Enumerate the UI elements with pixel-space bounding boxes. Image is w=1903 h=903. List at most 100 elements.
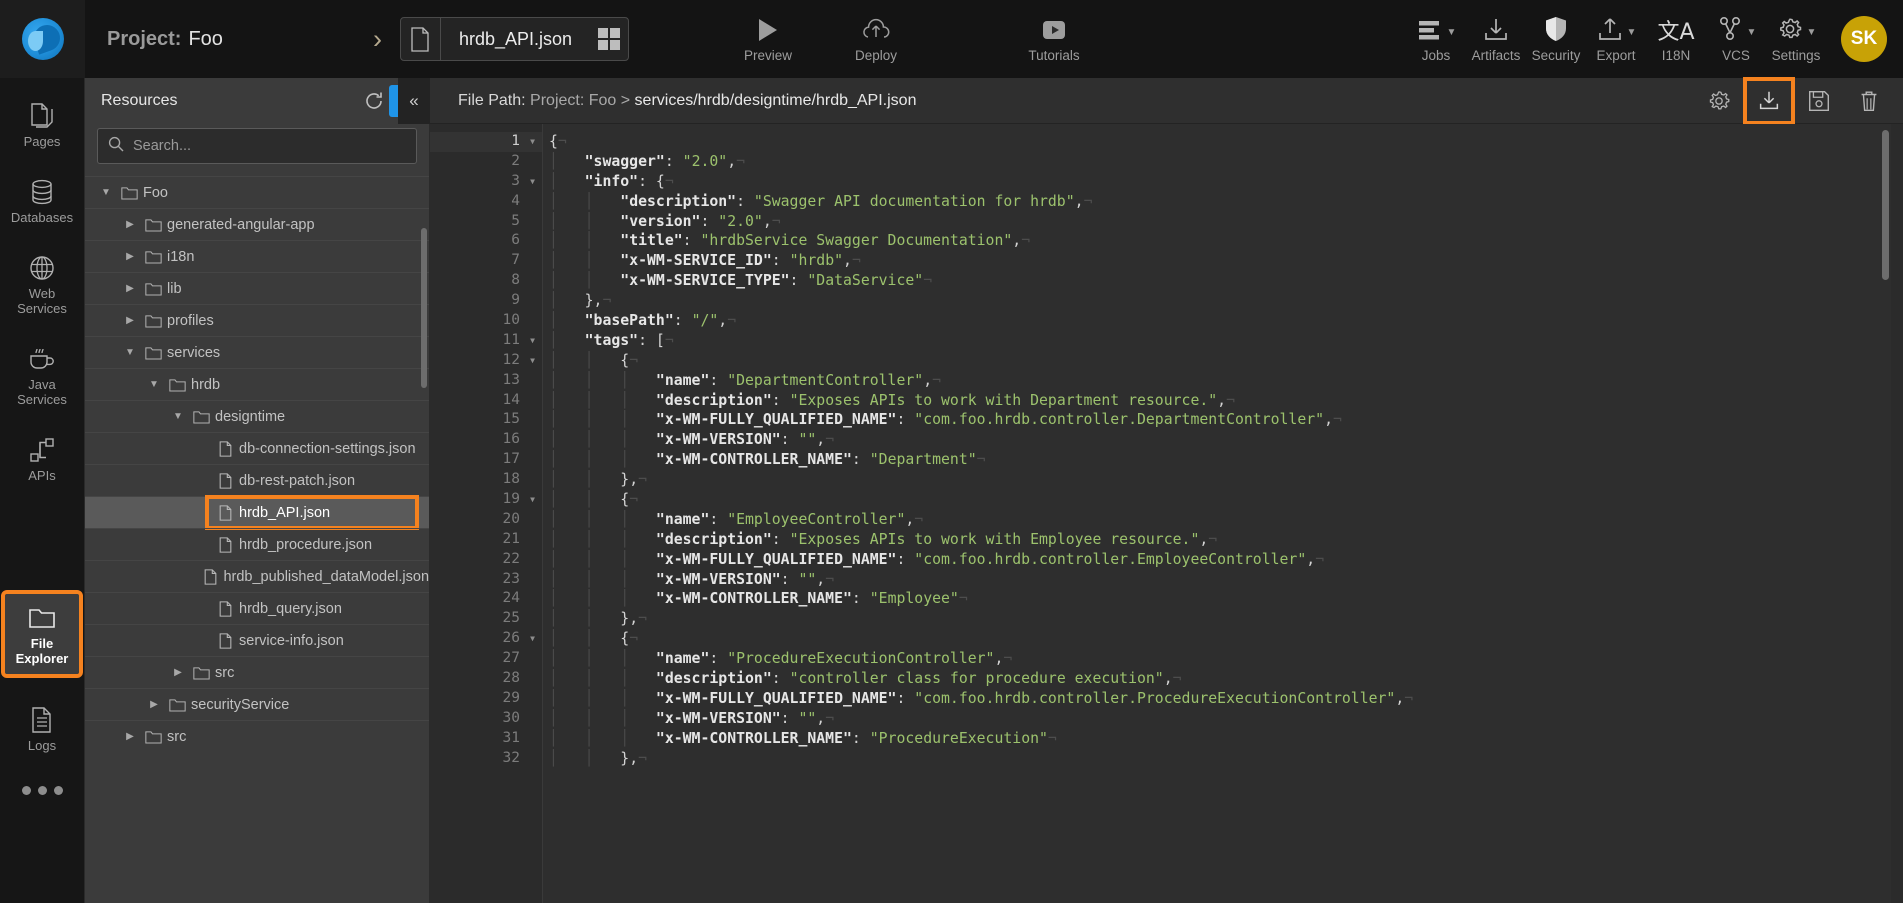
- tree-folder-item[interactable]: ▼services: [85, 336, 429, 368]
- chevron-down-icon[interactable]: ▼: [143, 379, 165, 390]
- resources-scrollbar[interactable]: [421, 228, 427, 388]
- security-button[interactable]: Security: [1529, 16, 1583, 63]
- code-editor[interactable]: 1▼23▼4567891011▼12▼13141516171819▼202122…: [430, 124, 1903, 903]
- settings-button[interactable]: ▼ Settings: [1769, 16, 1823, 63]
- tree-folder-item[interactable]: ▼designtime: [85, 400, 429, 432]
- download-icon[interactable]: [1747, 81, 1791, 121]
- tree-folder-item[interactable]: ▶src: [85, 720, 429, 752]
- sidebar-item-logs[interactable]: Logs: [5, 696, 79, 762]
- tree-file-item[interactable]: ·hrdb_query.json: [85, 592, 429, 624]
- indent-guide: │: [620, 451, 656, 468]
- file-icon: [213, 601, 237, 617]
- folder-icon: [27, 603, 57, 633]
- code-content[interactable]: {¬│ "swagger": "2.0",¬│ "info": {¬│ │ "d…: [542, 124, 1891, 903]
- tree-folder-item[interactable]: ▶profiles: [85, 304, 429, 336]
- chevron-right-icon[interactable]: ▶: [119, 283, 141, 294]
- sidebar-item-web-services[interactable]: Web Services: [5, 244, 79, 325]
- tree-file-item[interactable]: ·hrdb_procedure.json: [85, 528, 429, 560]
- code-line: │ │ │ "name": "EmployeeController",¬: [549, 510, 1891, 530]
- avatar[interactable]: SK: [1841, 16, 1887, 62]
- search-box[interactable]: [97, 128, 417, 164]
- sidebar-item-file-explorer[interactable]: File Explorer: [5, 594, 79, 675]
- resources-search-wrap: [85, 124, 429, 176]
- fold-toggle-icon[interactable]: ▼: [530, 132, 535, 152]
- tree-file-item[interactable]: ·hrdb_published_dataModel.json: [85, 560, 429, 592]
- tree-folder-item[interactable]: ▼hrdb: [85, 368, 429, 400]
- file-icon: [401, 18, 441, 60]
- chevron-down-icon[interactable]: ▼: [95, 187, 117, 198]
- tree-folder-item[interactable]: ▶generated-angular-app: [85, 208, 429, 240]
- chevron-right-icon[interactable]: ▶: [143, 699, 165, 710]
- indent-guide: │: [549, 690, 585, 707]
- fold-toggle-icon[interactable]: ▼: [530, 351, 535, 371]
- sidebar-item-java-services[interactable]: Java Services: [5, 335, 79, 416]
- fold-toggle-icon[interactable]: ▼: [530, 172, 535, 192]
- code-scrollbar-vertical[interactable]: [1882, 130, 1889, 280]
- chevron-down-icon[interactable]: ▼: [167, 411, 189, 422]
- database-icon: [28, 177, 56, 207]
- tree-folder-item[interactable]: ▶i18n: [85, 240, 429, 272]
- code-line: │ │ │ "description": "Exposes APIs to wo…: [549, 391, 1891, 411]
- vcs-button[interactable]: ▼ VCS: [1709, 16, 1763, 63]
- refresh-icon[interactable]: [359, 86, 389, 116]
- indent-guide: │: [585, 193, 621, 210]
- settings-gear-icon[interactable]: [1697, 81, 1741, 121]
- line-number: 26▼: [430, 629, 542, 649]
- app-logo-cell[interactable]: [0, 0, 85, 78]
- jobs-button[interactable]: ▼ Jobs: [1409, 16, 1463, 63]
- delete-trash-icon[interactable]: [1847, 81, 1891, 121]
- line-end-marker: ¬: [727, 312, 736, 329]
- tutorials-button[interactable]: Tutorials: [1025, 15, 1083, 63]
- tree-file-item[interactable]: ·db-connection-settings.json: [85, 432, 429, 464]
- tree-file-item[interactable]: ·service-info.json: [85, 624, 429, 656]
- indent-guide: │: [549, 232, 585, 249]
- export-button[interactable]: ▼ Export: [1589, 16, 1643, 63]
- indent-guide: │: [549, 312, 585, 329]
- sidebar-item-databases[interactable]: Databases: [5, 168, 79, 234]
- i18n-button[interactable]: 文A I18N: [1649, 16, 1703, 63]
- active-file-tab[interactable]: hrdb_API.json: [400, 17, 629, 61]
- chevron-down-icon[interactable]: ▼: [119, 347, 141, 358]
- indent-guide: │: [585, 252, 621, 269]
- video-play-icon: [1039, 15, 1069, 45]
- chevron-right-icon[interactable]: ▶: [119, 219, 141, 230]
- fold-toggle-icon[interactable]: ▼: [530, 490, 535, 510]
- search-input[interactable]: [133, 138, 406, 154]
- tree-folder-item[interactable]: ▼Foo: [85, 176, 429, 208]
- editor-right-gap: [1891, 124, 1903, 903]
- sidebar-item-pages[interactable]: Pages: [5, 92, 79, 158]
- line-end-marker: ¬: [558, 133, 567, 150]
- tree-folder-item[interactable]: ▶src: [85, 656, 429, 688]
- top-center-actions: Preview Deploy Tutorials: [739, 0, 1083, 78]
- grid-view-icon[interactable]: [590, 18, 628, 60]
- more-options-icon[interactable]: [22, 786, 63, 795]
- chevron-right-icon[interactable]: ▶: [119, 731, 141, 742]
- code-line: │ "basePath": "/",¬: [549, 311, 1891, 331]
- tree-file-item[interactable]: ·hrdb_API.json: [85, 496, 429, 528]
- deploy-button[interactable]: Deploy: [847, 15, 905, 63]
- sidebar-item-apis[interactable]: APIs: [5, 426, 79, 492]
- line-end-marker: ¬: [1333, 411, 1342, 428]
- tree-indent: ·: [191, 539, 213, 550]
- project-breadcrumb[interactable]: Project: Foo: [85, 0, 223, 78]
- tree-file-item[interactable]: ·db-rest-patch.json: [85, 464, 429, 496]
- fold-toggle-icon[interactable]: ▼: [530, 629, 535, 649]
- chevron-right-icon[interactable]: ▶: [167, 667, 189, 678]
- artifacts-button[interactable]: Artifacts: [1469, 16, 1523, 63]
- chevron-right-icon[interactable]: ▶: [119, 315, 141, 326]
- indent-guide: │: [620, 511, 656, 528]
- fold-toggle-icon[interactable]: ▼: [530, 331, 535, 351]
- tree-folder-item[interactable]: ▶securityService: [85, 688, 429, 720]
- chevron-right-icon[interactable]: ▶: [119, 251, 141, 262]
- indent-guide: │: [620, 710, 656, 727]
- indent-guide: │: [549, 511, 585, 528]
- tree-item-label: service-info.json: [237, 633, 344, 649]
- preview-button[interactable]: Preview: [739, 15, 797, 63]
- save-icon[interactable]: [1797, 81, 1841, 121]
- line-number: 23: [430, 570, 542, 590]
- collapse-panel-button[interactable]: «: [398, 78, 430, 124]
- tree-folder-item[interactable]: ▶lib: [85, 272, 429, 304]
- resource-tree[interactable]: ▼Foo▶generated-angular-app▶i18n▶lib▶prof…: [85, 176, 429, 903]
- jobs-list-icon: [1416, 17, 1444, 46]
- code-line: │ │ │ "name": "ProcedureExecutionControl…: [549, 649, 1891, 669]
